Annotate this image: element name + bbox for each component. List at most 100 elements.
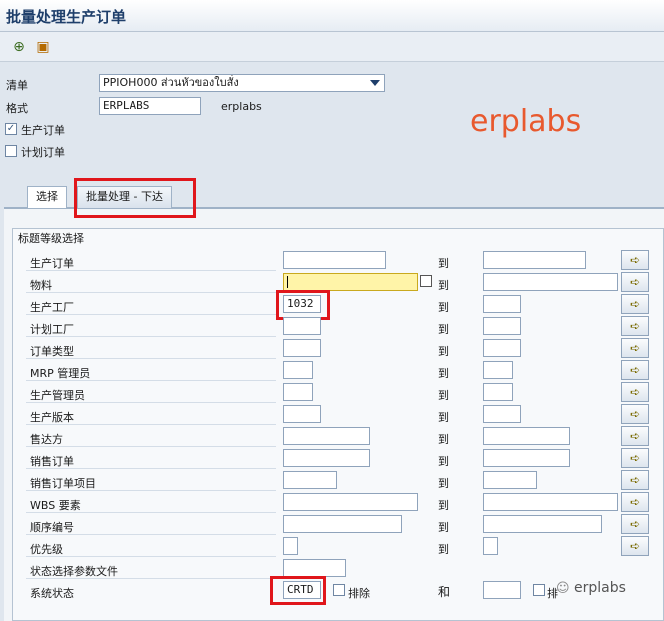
sales-order-item-to-input[interactable] bbox=[483, 471, 537, 489]
planned-order-checkbox[interactable] bbox=[5, 145, 17, 157]
format-label: 格式 bbox=[6, 102, 28, 115]
to-label: 到 bbox=[438, 521, 449, 534]
format-input[interactable]: ERPLABS bbox=[99, 97, 201, 115]
multiple-selection-arrow-icon[interactable]: ➪ bbox=[621, 448, 649, 468]
priority-to-input[interactable] bbox=[483, 537, 498, 555]
list-select-value: PPIOH000 ส่วนหัวของใบสั่ง bbox=[103, 76, 239, 89]
production-supervisor-to-input[interactable] bbox=[483, 383, 513, 401]
row-divider bbox=[26, 468, 276, 469]
multiple-selection-arrow-icon[interactable]: ➪ bbox=[621, 382, 649, 402]
sold-to-party-to-input[interactable] bbox=[483, 427, 570, 445]
footer-watermark: ☺ erplabs bbox=[556, 580, 626, 596]
list-label: 清单 bbox=[6, 79, 28, 92]
multiple-selection-arrow-icon[interactable]: ➪ bbox=[621, 514, 649, 534]
group-title: 标题等级选择 bbox=[18, 232, 84, 245]
row-divider bbox=[26, 380, 276, 381]
system-status-and-input[interactable] bbox=[483, 581, 521, 599]
production-supervisor-from-input[interactable] bbox=[283, 383, 313, 401]
to-label: 到 bbox=[438, 367, 449, 380]
production-order-checkbox[interactable]: ✓ bbox=[5, 123, 17, 135]
row-divider bbox=[26, 314, 276, 315]
row-label-sales-order: 销售订单 bbox=[30, 455, 74, 468]
to-label: 到 bbox=[438, 499, 449, 512]
sales-order-from-input[interactable] bbox=[283, 449, 370, 467]
execute-icon[interactable]: ⊕ bbox=[10, 38, 28, 56]
row-label-sold-to-party: 售达方 bbox=[30, 433, 63, 446]
wbs-element-from-input[interactable] bbox=[283, 493, 418, 511]
sequence-number-from-input[interactable] bbox=[283, 515, 402, 533]
row-label-status-profile: 状态选择参数文件 bbox=[30, 565, 118, 578]
erplabs-watermark: erplabs bbox=[470, 104, 582, 139]
exclude-label: 排除 bbox=[348, 587, 370, 600]
row-divider bbox=[26, 292, 276, 293]
priority-from-input[interactable] bbox=[283, 537, 298, 555]
planning-plant-from-input[interactable] bbox=[283, 317, 321, 335]
to-label: 到 bbox=[438, 257, 449, 270]
chevron-down-icon[interactable] bbox=[370, 80, 380, 86]
to-label: 到 bbox=[438, 345, 449, 358]
title-bar: 批量处理生产订单 bbox=[0, 0, 664, 32]
copy-icon[interactable] bbox=[420, 275, 432, 287]
multiple-selection-arrow-icon[interactable]: ➪ bbox=[621, 426, 649, 446]
row-label-sequence-number: 顺序编号 bbox=[30, 521, 74, 534]
row-label-system-status: 系统状态 bbox=[30, 587, 74, 600]
wechat-icon: ☺ bbox=[556, 581, 570, 596]
multiple-selection-arrow-icon[interactable]: ➪ bbox=[621, 294, 649, 314]
system-status-and-exclude-checkbox[interactable] bbox=[533, 584, 545, 596]
production-order-from-input[interactable] bbox=[283, 251, 386, 269]
to-label: 到 bbox=[438, 433, 449, 446]
sold-to-party-from-input[interactable] bbox=[283, 427, 370, 445]
row-divider bbox=[26, 446, 276, 447]
to-label: 到 bbox=[438, 301, 449, 314]
sales-order-to-input[interactable] bbox=[483, 449, 570, 467]
multiple-selection-arrow-icon[interactable]: ➪ bbox=[621, 338, 649, 358]
status-profile-input[interactable] bbox=[283, 559, 346, 577]
material-to-input[interactable] bbox=[483, 273, 618, 291]
multiple-selection-arrow-icon[interactable]: ➪ bbox=[621, 316, 649, 336]
row-divider bbox=[26, 512, 276, 513]
multiple-selection-arrow-icon[interactable]: ➪ bbox=[621, 250, 649, 270]
row-label-planning-plant: 计划工厂 bbox=[30, 323, 74, 336]
footer-watermark-text: erplabs bbox=[574, 580, 626, 596]
multiple-selection-arrow-icon[interactable]: ➪ bbox=[621, 492, 649, 512]
row-divider bbox=[26, 270, 276, 271]
production-version-from-input[interactable] bbox=[283, 405, 321, 423]
production-version-to-input[interactable] bbox=[483, 405, 521, 423]
multiple-selection-arrow-icon[interactable]: ➪ bbox=[621, 272, 649, 292]
row-label-material: 物料 bbox=[30, 279, 52, 292]
to-label: 到 bbox=[438, 543, 449, 556]
production-plant-to-input[interactable] bbox=[483, 295, 521, 313]
row-label-sales-order-item: 销售订单项目 bbox=[30, 477, 96, 490]
planned-order-label: 计划订单 bbox=[21, 146, 65, 159]
multiple-selection-arrow-icon[interactable]: ➪ bbox=[621, 404, 649, 424]
planning-plant-to-input[interactable] bbox=[483, 317, 521, 335]
sequence-number-to-input[interactable] bbox=[483, 515, 602, 533]
to-label: 到 bbox=[438, 455, 449, 468]
production-plant-from-input[interactable]: 1032 bbox=[283, 295, 321, 313]
row-label-mrp-controller: MRP 管理员 bbox=[30, 367, 91, 380]
tab-selection[interactable]: 选择 bbox=[27, 186, 67, 208]
order-type-from-input[interactable] bbox=[283, 339, 321, 357]
tab-mass-release[interactable]: 批量处理 - 下达 bbox=[77, 186, 172, 208]
row-label-order-type: 订单类型 bbox=[30, 345, 74, 358]
row-label-production-plant: 生产工厂 bbox=[30, 301, 74, 314]
multiple-selection-arrow-icon[interactable]: ➪ bbox=[621, 536, 649, 556]
production-order-to-input[interactable] bbox=[483, 251, 586, 269]
to-label: 到 bbox=[438, 279, 449, 292]
system-status-input[interactable]: CRTD bbox=[283, 581, 321, 599]
mrp-controller-from-input[interactable] bbox=[283, 361, 313, 379]
sales-order-item-from-input[interactable] bbox=[283, 471, 337, 489]
list-select[interactable]: PPIOH000 ส่วนหัวของใบสั่ง bbox=[99, 74, 385, 92]
wbs-element-to-input[interactable] bbox=[483, 493, 618, 511]
multiple-selection-arrow-icon[interactable]: ➪ bbox=[621, 470, 649, 490]
row-label-wbs-element: WBS 要素 bbox=[30, 499, 81, 512]
order-type-to-input[interactable] bbox=[483, 339, 521, 357]
system-status-exclude-checkbox[interactable] bbox=[333, 584, 345, 596]
multiple-selection-arrow-icon[interactable]: ➪ bbox=[621, 360, 649, 380]
material-from-input[interactable] bbox=[283, 273, 418, 291]
mrp-controller-to-input[interactable] bbox=[483, 361, 513, 379]
variant-icon[interactable]: ▣ bbox=[34, 38, 52, 56]
to-label: 到 bbox=[438, 477, 449, 490]
row-divider bbox=[26, 578, 276, 579]
row-divider bbox=[26, 556, 276, 557]
